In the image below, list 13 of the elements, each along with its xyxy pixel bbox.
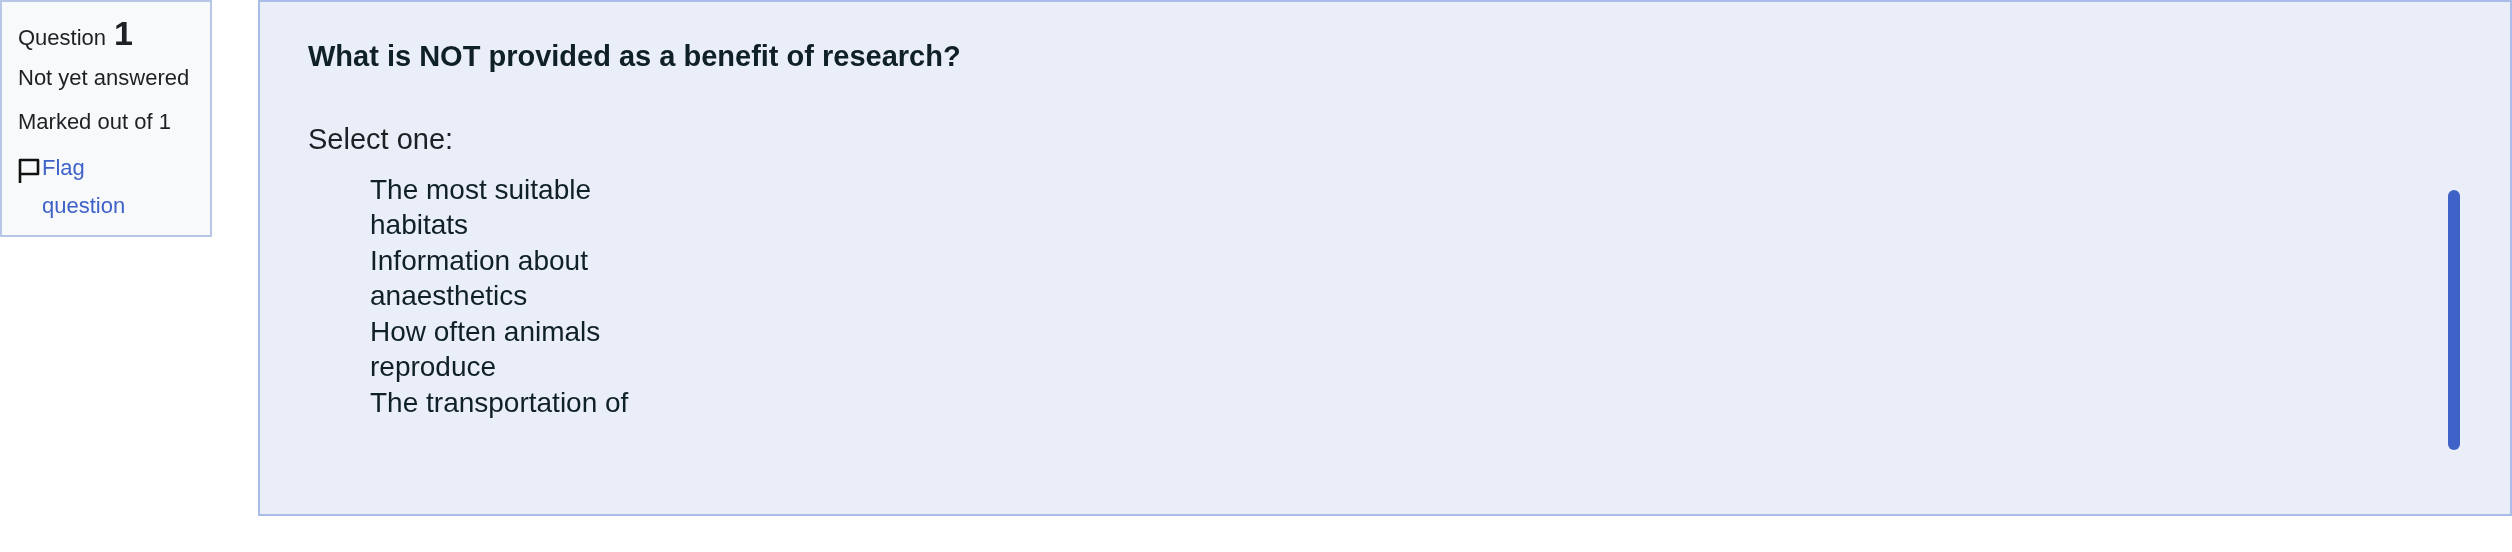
answer-status: Not yet answered bbox=[18, 64, 191, 92]
scrollbar[interactable] bbox=[2448, 190, 2460, 450]
question-text: What is NOT provided as a benefit of research? bbox=[308, 40, 962, 73]
answer-option[interactable]: The most suitable habitats bbox=[370, 172, 690, 243]
question-label: Question bbox=[18, 25, 107, 51]
answer-option[interactable]: The transportation of bbox=[370, 385, 690, 456]
flag-icon[interactable] bbox=[18, 157, 40, 185]
question-number: 1 bbox=[114, 14, 133, 53]
answer-option[interactable]: How often animals reproduce bbox=[370, 314, 690, 385]
flag-question-link[interactable]: Flag question bbox=[42, 149, 152, 225]
mark-text: Marked out of 1 bbox=[18, 108, 172, 136]
select-prompt: Select one: bbox=[308, 123, 455, 156]
answer-option[interactable]: Information about anaesthetics bbox=[370, 243, 690, 314]
